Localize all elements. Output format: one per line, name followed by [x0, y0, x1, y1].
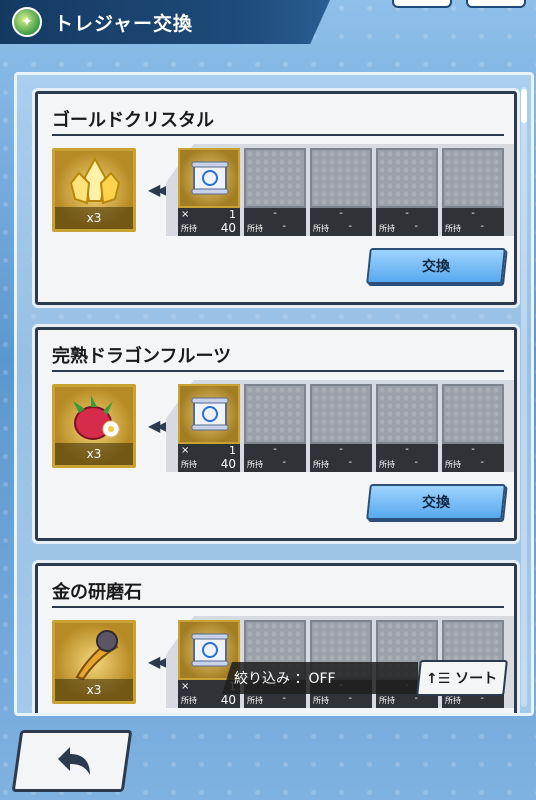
top-tab[interactable] [392, 0, 452, 8]
empty-cost-slot: - 所持 - [310, 384, 372, 472]
empty-cost-slot: - 所持 - [310, 148, 372, 236]
exchange-button-label: 交換 [422, 259, 450, 275]
scroll-icon [191, 633, 229, 667]
cost-slot[interactable]: × 1 所持 40 [178, 620, 240, 708]
back-button[interactable] [11, 730, 133, 792]
reward-quantity: x3 [55, 679, 133, 701]
owned-amount: - [480, 221, 484, 232]
empty-cost-slot: - 所持 - [376, 384, 438, 472]
required-amount: 1 [229, 444, 236, 457]
back-arrow-icon [58, 747, 90, 775]
divider [52, 370, 504, 372]
owned-label: 所持 [247, 696, 263, 705]
empty-cost-slot: - 所持 - [442, 148, 504, 236]
item-name: 完熟ドラゴンフルーツ [52, 346, 232, 367]
double-arrow-left-icon: ◀◀ [148, 652, 169, 671]
exchange-list-panel[interactable]: ゴールドクリスタル x3 ◀◀ × 1 所持 40 - 所持 - - 所持 - … [14, 72, 534, 716]
item-name: 金の研磨石 [52, 582, 142, 603]
empty-cost-slot: - 所持 - [244, 384, 306, 472]
owned-amount: - [282, 457, 286, 468]
owned-amount: - [282, 693, 286, 704]
owned-amount: - [414, 457, 418, 468]
page-title: トレジャー交換 [54, 12, 194, 35]
required-amount: 1 [229, 208, 236, 221]
owned-label: 所持 [313, 460, 329, 469]
owned-label: 所持 [445, 460, 461, 469]
empty-amount: - [273, 208, 277, 219]
reward-item[interactable]: x3 [52, 148, 136, 232]
owned-label: 所持 [313, 696, 329, 705]
divider [52, 606, 504, 608]
reward-item[interactable]: x3 [52, 620, 136, 704]
owned-amount: - [348, 221, 352, 232]
filter-label: 絞り込み ：OFF [234, 671, 336, 687]
owned-amount: 40 [220, 221, 236, 235]
owned-amount: - [414, 221, 418, 232]
owned-label: 所持 [247, 460, 263, 469]
cost-slot[interactable]: × 1 所持 40 [178, 384, 240, 472]
empty-cost-slot: - 所持 - [244, 148, 306, 236]
divider [52, 134, 504, 136]
gold-crystal-icon [69, 157, 121, 205]
scrollbar-track[interactable] [521, 87, 527, 707]
empty-cost-slot: - 所持 - [376, 148, 438, 236]
empty-amount: - [471, 208, 475, 219]
reward-quantity: x3 [55, 207, 133, 229]
owned-label: 所持 [445, 696, 461, 705]
owned-label: 所持 [181, 460, 197, 469]
sort-icon: ↑☰ [426, 671, 451, 687]
owned-amount: - [282, 221, 286, 232]
top-tab[interactable] [466, 0, 526, 8]
owned-label: 所持 [379, 696, 395, 705]
owned-label: 所持 [247, 224, 263, 233]
owned-amount: 40 [220, 693, 236, 707]
dragon-fruit-icon [73, 395, 120, 440]
empty-amount: - [471, 444, 475, 455]
multiplier-label: × [181, 681, 190, 692]
owned-label: 所持 [445, 224, 461, 233]
owned-label: 所持 [379, 460, 395, 469]
scroll-icon [191, 161, 229, 195]
header-bar: ✦ トレジャー交換 [0, 0, 330, 44]
owned-amount: - [348, 693, 352, 704]
double-arrow-left-icon: ◀◀ [148, 416, 169, 435]
owned-label: 所持 [379, 224, 395, 233]
empty-amount: - [339, 208, 343, 219]
double-arrow-left-icon: ◀◀ [148, 180, 169, 199]
empty-amount: - [405, 444, 409, 455]
whetstone-icon [75, 630, 119, 681]
scroll-icon [191, 397, 229, 431]
sort-label: ソート [455, 671, 498, 687]
exchange-button[interactable]: 交換 [366, 248, 506, 284]
empty-amount: - [339, 444, 343, 455]
multiplier-label: × [181, 445, 190, 456]
scrollbar-thumb[interactable] [521, 89, 527, 123]
reward-item[interactable]: x3 [52, 384, 136, 468]
exchange-button[interactable]: 交換 [366, 484, 506, 520]
reward-quantity: x3 [55, 443, 133, 465]
empty-amount: - [405, 208, 409, 219]
owned-amount: - [348, 457, 352, 468]
owned-amount: - [480, 457, 484, 468]
empty-cost-slot: - 所持 - [442, 384, 504, 472]
item-name: ゴールドクリスタル [52, 110, 214, 131]
owned-label: 所持 [181, 696, 197, 705]
multiplier-label: × [181, 209, 190, 220]
empty-amount: - [273, 444, 277, 455]
cost-slot[interactable]: × 1 所持 40 [178, 148, 240, 236]
sort-button[interactable]: ↑☰ ソート [416, 660, 508, 696]
exchange-card: ゴールドクリスタル x3 ◀◀ × 1 所持 40 - 所持 - - 所持 - … [35, 91, 517, 305]
filter-toggle[interactable]: 絞り込み ：OFF [222, 662, 418, 694]
owned-label: 所持 [181, 224, 197, 233]
owned-label: 所持 [313, 224, 329, 233]
exchange-button-label: 交換 [422, 495, 450, 511]
owned-amount: 40 [220, 457, 236, 471]
exchange-card: 完熟ドラゴンフルーツ x3 ◀◀ × 1 所持 40 - 所持 - - 所持 -… [35, 327, 517, 541]
treasure-icon: ✦ [12, 7, 42, 37]
